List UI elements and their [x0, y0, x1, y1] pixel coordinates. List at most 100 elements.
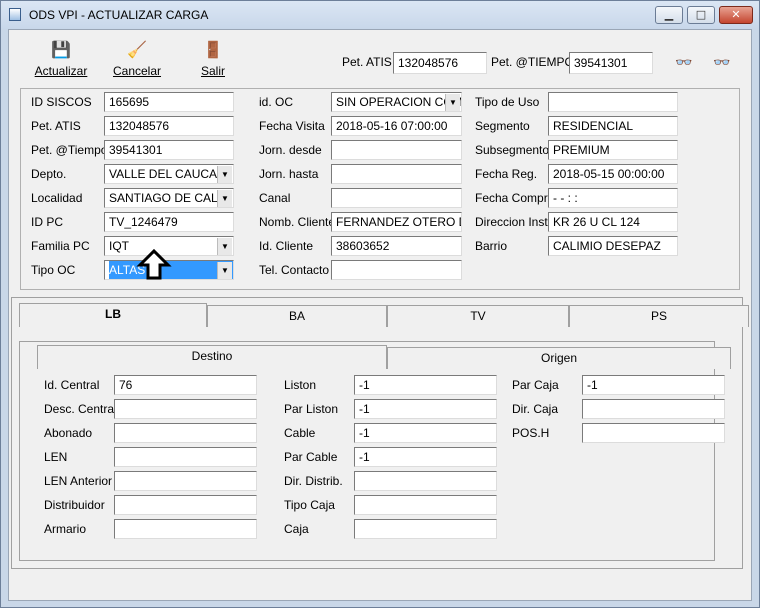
field-jorn-hasta[interactable] [331, 164, 462, 184]
field-pos-h[interactable] [582, 423, 725, 443]
field-fecha-compr[interactable]: - - : : [548, 188, 678, 208]
actualizar-label: Actualizar [34, 64, 88, 78]
title-bar: ODS VPI - ACTUALIZAR CARGA ▁ □ ✕ [1, 1, 759, 29]
field-liston[interactable]: -1 [354, 375, 497, 395]
field-par-caja[interactable]: -1 [582, 375, 725, 395]
minimize-button[interactable]: ▁ [655, 6, 683, 24]
value-id-cliente: 38603652 [336, 239, 390, 253]
field-subsegmento[interactable]: PREMIUM [548, 140, 678, 160]
label-cable: Cable [284, 426, 316, 440]
select-depto[interactable]: VALLE DEL CAUCA ▼ [104, 164, 234, 184]
field-id-central[interactable]: 76 [114, 375, 257, 395]
field-segmento[interactable]: RESIDENCIAL [548, 116, 678, 136]
app-icon [9, 8, 21, 21]
label-tipo-oc: Tipo OC [31, 263, 76, 277]
label-familia-pc: Familia PC [31, 239, 90, 253]
field-pet-atis[interactable]: 132048576 [104, 116, 234, 136]
value-id-oc: SIN OPERACION COM [336, 95, 462, 109]
label-pet-atis: Pet. ATIS [31, 119, 81, 133]
label-jorn-hasta: Jorn. hasta [259, 167, 319, 181]
label-pos-h: POS.H [512, 426, 550, 440]
field-armario[interactable] [114, 519, 257, 539]
app-window: ODS VPI - ACTUALIZAR CARGA ▁ □ ✕ 💾 Actua… [0, 0, 760, 608]
field-caja[interactable] [354, 519, 497, 539]
save-icon: 💾 [51, 42, 71, 59]
value-fecha-compr: - - : : [553, 191, 578, 205]
label-armario: Armario [44, 522, 87, 536]
field-dir-caja[interactable] [582, 399, 725, 419]
window-title: ODS VPI - ACTUALIZAR CARGA [29, 8, 209, 22]
tab-tv[interactable]: TV [387, 305, 569, 327]
value-depto: VALLE DEL CAUCA [109, 167, 218, 181]
field-tipo-caja[interactable] [354, 495, 497, 515]
cancelar-button[interactable]: 🧹 Cancelar [107, 42, 167, 78]
salir-button[interactable]: 🚪 Salir [183, 42, 243, 78]
subtab-origen[interactable]: Origen [387, 347, 731, 369]
label-caja: Caja [284, 522, 309, 536]
top-pet-tiempo-input[interactable]: 39541301 [569, 52, 653, 74]
label-id-siscos: ID SISCOS [31, 95, 92, 109]
tab-lb[interactable]: LB [19, 303, 207, 327]
value-pet-tiempo: 39541301 [109, 143, 163, 157]
cancelar-label: Cancelar [112, 64, 162, 78]
select-localidad[interactable]: SANTIAGO DE CALI ▼ [104, 188, 234, 208]
value-par-caja: -1 [587, 378, 598, 392]
label-par-cable: Par Cable [284, 450, 338, 464]
tab-ba[interactable]: BA [207, 305, 387, 327]
field-nomb-cliente[interactable]: FERNANDEZ OTERO DIA [331, 212, 462, 232]
label-par-liston: Par Liston [284, 402, 339, 416]
label-canal: Canal [259, 191, 291, 205]
field-par-liston[interactable]: -1 [354, 399, 497, 419]
field-desc-central[interactable] [114, 399, 257, 419]
chevron-down-icon[interactable]: ▼ [445, 94, 460, 111]
field-fecha-reg[interactable]: 2018-05-15 00:00:00 [548, 164, 678, 184]
field-tipo-de-uso[interactable] [548, 92, 678, 112]
search-atis-binoculars-icon[interactable]: 👓 [675, 54, 692, 71]
label-fecha-reg: Fecha Reg. [475, 167, 538, 181]
label-par-caja: Par Caja [512, 378, 559, 392]
field-jorn-desde[interactable] [331, 140, 462, 160]
value-subsegmento: PREMIUM [553, 143, 610, 157]
value-familia-pc: IQT [109, 239, 129, 253]
field-id-cliente[interactable]: 38603652 [331, 236, 462, 256]
value-fecha-reg: 2018-05-15 00:00:00 [553, 167, 665, 181]
actualizar-button[interactable]: 💾 Actualizar [31, 42, 91, 78]
label-distribuidor: Distribuidor [44, 498, 105, 512]
value-nomb-cliente: FERNANDEZ OTERO DIA [336, 215, 461, 229]
maximize-button[interactable]: □ [687, 6, 715, 24]
field-fecha-visita[interactable]: 2018-05-16 07:00:00 [331, 116, 462, 136]
field-len[interactable] [114, 447, 257, 467]
salir-label: Salir [200, 64, 225, 78]
close-button[interactable]: ✕ [719, 6, 753, 24]
chevron-down-icon[interactable]: ▼ [217, 190, 232, 207]
field-distribuidor[interactable] [114, 495, 257, 515]
field-cable[interactable]: -1 [354, 423, 497, 443]
search-tiempo-binoculars-icon[interactable]: 👓 [713, 54, 730, 71]
label-tipo-de-uso: Tipo de Uso [475, 95, 540, 109]
field-abonado[interactable] [114, 423, 257, 443]
chevron-down-icon[interactable]: ▼ [217, 166, 232, 183]
value-id-siscos: 165695 [109, 95, 150, 109]
label-direccion-inst: Direccion Inst. [475, 215, 552, 229]
field-direccion-inst[interactable]: KR 26 U CL 124 [548, 212, 678, 232]
field-pet-tiempo[interactable]: 39541301 [104, 140, 234, 160]
field-id-pc[interactable]: TV_1246479 [104, 212, 234, 232]
field-par-cable[interactable]: -1 [354, 447, 497, 467]
label-tel-contacto: Tel. Contacto [259, 263, 330, 277]
tab-ps[interactable]: PS [569, 305, 749, 327]
select-id-oc[interactable]: SIN OPERACION COM ▼ [331, 92, 462, 112]
chevron-down-icon[interactable]: ▼ [217, 262, 232, 279]
field-dir-distrib[interactable] [354, 471, 497, 491]
top-pet-atis-label: Pet. ATIS [342, 55, 392, 69]
field-len-anterior[interactable] [114, 471, 257, 491]
value-barrio: CALIMIO DESEPAZ [553, 239, 661, 253]
chevron-down-icon[interactable]: ▼ [217, 238, 232, 255]
subtab-destino[interactable]: Destino [37, 345, 387, 369]
label-id-oc: id. OC [259, 95, 294, 109]
label-depto: Depto. [31, 167, 67, 181]
field-canal[interactable] [331, 188, 462, 208]
field-barrio[interactable]: CALIMIO DESEPAZ [548, 236, 678, 256]
field-tel-contacto[interactable] [331, 260, 462, 280]
field-id-siscos[interactable]: 165695 [104, 92, 234, 112]
top-pet-atis-input[interactable]: 132048576 [393, 52, 487, 74]
